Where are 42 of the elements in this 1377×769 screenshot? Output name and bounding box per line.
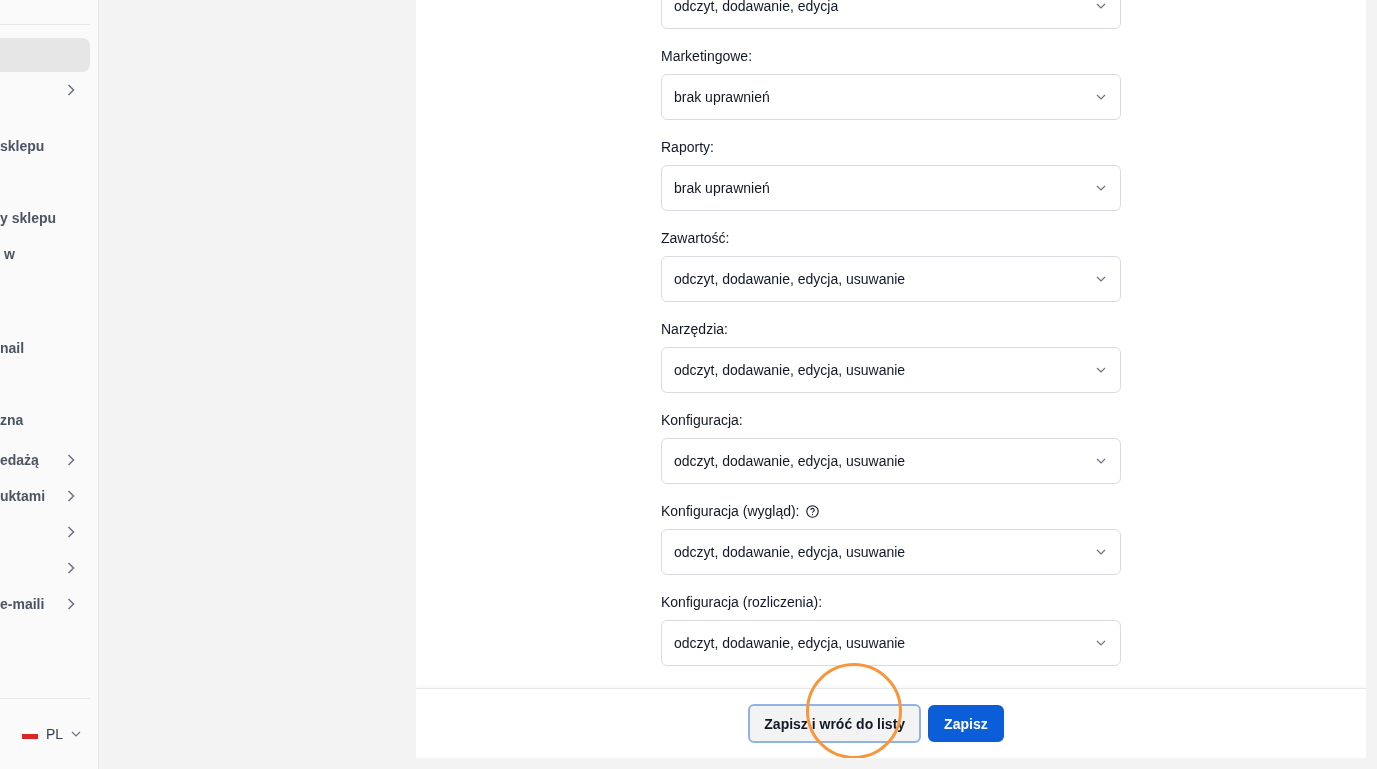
chevron-down-icon bbox=[1096, 458, 1106, 464]
chevron-down-icon bbox=[1096, 3, 1106, 9]
field-label: Narzędzia: bbox=[661, 321, 728, 337]
chevron-right-icon bbox=[67, 454, 75, 466]
select-field[interactable]: odczyt, dodawanie, edycja, usuwanie bbox=[661, 620, 1121, 666]
select-field[interactable]: odczyt, dodawanie, edycja, usuwanie bbox=[661, 438, 1121, 484]
chevron-down-icon bbox=[1096, 276, 1106, 282]
field-label: Zawartość: bbox=[661, 230, 730, 246]
chevron-down-icon bbox=[1096, 549, 1106, 555]
select-field[interactable]: odczyt, dodawanie, edycja, usuwanie bbox=[661, 529, 1121, 575]
sidebar-item[interactable]: e-maili bbox=[0, 586, 90, 622]
chevron-right-icon bbox=[67, 562, 75, 574]
sidebar-item[interactable]: edażą bbox=[0, 442, 90, 478]
chevron-right-icon bbox=[67, 598, 75, 610]
field-label: Marketingowe: bbox=[661, 48, 753, 64]
select-field[interactable]: odczyt, dodawanie, edycja bbox=[661, 0, 1121, 29]
flag-icon bbox=[22, 729, 38, 739]
select-field[interactable]: odczyt, dodawanie, edycja, usuwanie bbox=[661, 347, 1121, 393]
chevron-down-icon bbox=[1096, 94, 1106, 100]
help-icon[interactable] bbox=[805, 504, 819, 518]
chevron-right-icon bbox=[67, 490, 75, 502]
sidebar-item[interactable]: nail bbox=[0, 330, 90, 366]
select-field[interactable]: brak uprawnień bbox=[661, 74, 1121, 120]
sidebar-item[interactable]: w bbox=[0, 236, 90, 272]
chevron-down-icon bbox=[1096, 640, 1106, 646]
sidebar-item[interactable]: zna bbox=[0, 402, 90, 438]
field-label: Konfiguracja: bbox=[661, 412, 743, 428]
chevron-down-icon bbox=[71, 731, 82, 737]
field-label: Konfiguracja (wygląd): bbox=[661, 503, 800, 519]
language-selector[interactable]: PL bbox=[0, 698, 90, 769]
select-field[interactable]: brak uprawnień bbox=[661, 165, 1121, 211]
field-label: Raporty: bbox=[661, 139, 714, 155]
chevron-down-icon bbox=[1096, 367, 1106, 373]
select-field[interactable]: odczyt, dodawanie, edycja, usuwanie bbox=[661, 256, 1121, 302]
chevron-right-icon bbox=[67, 84, 75, 96]
sidebar-item[interactable]: y sklepu bbox=[0, 200, 90, 236]
chevron-down-icon bbox=[1096, 185, 1106, 191]
chevron-right-icon bbox=[67, 526, 75, 538]
sidebar-item[interactable]: sklepu bbox=[0, 128, 90, 164]
sidebar-item[interactable]: uktami bbox=[0, 478, 90, 514]
save-button[interactable]: Zapisz bbox=[928, 705, 1004, 742]
field-label: Konfiguracja (rozliczenia): bbox=[661, 594, 823, 610]
